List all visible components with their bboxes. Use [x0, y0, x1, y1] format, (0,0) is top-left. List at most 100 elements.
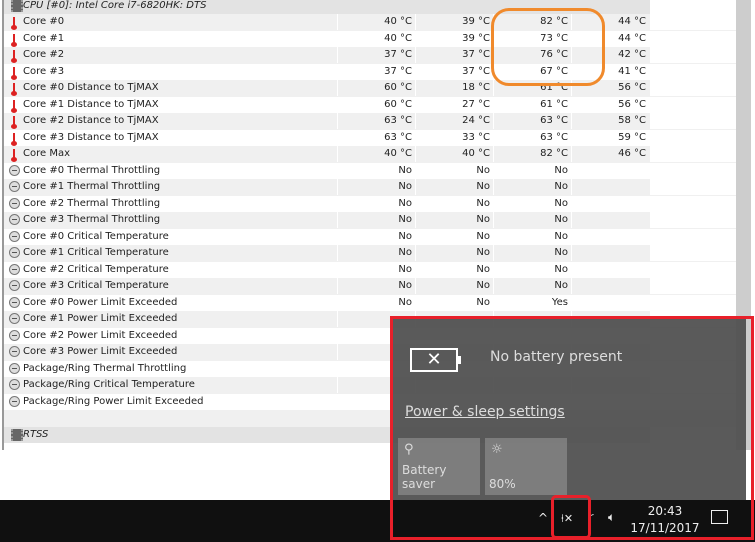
table-row[interactable]: Core #0 40 °C 39 °C 82 °C 44 °C	[4, 14, 737, 31]
table-row[interactable]: Core #0 Power Limit Exceeded No No Yes	[4, 294, 737, 312]
status-circle-icon	[9, 346, 21, 358]
table-row[interactable]: Core #3 Distance to TjMAX 63 °C 33 °C 63 °C…	[4, 129, 737, 147]
value-cell: No	[415, 212, 490, 228]
sensor-label: Core #3 Power Limit Exceeded	[23, 346, 178, 357]
sensor-label: Core #1	[23, 32, 65, 44]
sensor-label: Core #3 Thermal Throttling	[23, 214, 161, 225]
value-cell	[571, 228, 646, 245]
value-cell: 33 °C	[415, 129, 490, 146]
table-row[interactable]: Core #2 37 °C 37 °C 76 °C 42 °C	[4, 47, 737, 64]
table-row[interactable]: Core #1 Thermal Throttling No No No	[4, 179, 737, 196]
group-label: RTSS	[23, 428, 49, 440]
value-cell	[571, 294, 646, 311]
status-circle-icon	[9, 247, 21, 259]
status-circle-icon	[9, 329, 21, 342]
value-cell: No	[493, 195, 568, 212]
group-header[interactable]: CPU [#0]: Intel Core i7-6820HK: DTS	[4, 0, 737, 14]
sensor-label: Core #0 Power Limit Exceeded	[23, 296, 178, 308]
empty-cell	[650, 146, 737, 162]
value-cell: No	[337, 228, 412, 245]
status-circle-icon	[9, 164, 21, 177]
sensor-label: Core #2 Thermal Throttling	[23, 197, 161, 209]
sensor-label: Core #0 Thermal Throttling	[23, 164, 161, 176]
value-cell: 58 °C	[571, 113, 646, 129]
value-cell: 18 °C	[415, 80, 490, 96]
value-cell: No	[337, 179, 412, 195]
empty-cell	[650, 294, 737, 311]
status-circle-icon	[9, 362, 21, 375]
table-row[interactable]: Core #3 37 °C 37 °C 67 °C 41 °C	[4, 63, 737, 81]
table-row[interactable]: Core #0 Critical Temperature No No No	[4, 228, 737, 246]
value-cell	[571, 179, 646, 195]
value-cell: 37 °C	[337, 63, 412, 80]
sensor-label: Core #1 Power Limit Exceeded	[23, 313, 178, 324]
table-row[interactable]: Core #1 Critical Temperature No No No	[4, 245, 737, 262]
table-row[interactable]: Core #1 40 °C 39 °C 73 °C 44 °C	[4, 30, 737, 48]
sensor-label: Package/Ring Power Limit Exceeded	[23, 395, 204, 407]
value-cell: No	[415, 245, 490, 261]
tray-annotation-frame	[551, 495, 591, 539]
status-circle-icon	[9, 197, 21, 210]
value-cell: No	[337, 245, 412, 261]
value-cell: 46 °C	[571, 146, 646, 162]
value-cell: No	[415, 162, 490, 179]
empty-cell	[650, 179, 737, 195]
sensor-label: Package/Ring Thermal Throttling	[23, 362, 187, 374]
value-cell: No	[415, 261, 490, 278]
value-cell: 27 °C	[415, 96, 490, 113]
thermometer-icon	[9, 82, 21, 96]
value-cell: No	[493, 278, 568, 294]
value-cell: No	[415, 294, 490, 311]
value-cell: No	[493, 212, 568, 228]
table-row[interactable]: Core #2 Distance to TjMAX 63 °C 24 °C 63 °C…	[4, 113, 737, 130]
value-cell	[571, 162, 646, 179]
value-cell: No	[415, 278, 490, 294]
sensor-label: Core #1 Distance to TjMAX	[23, 98, 159, 110]
empty-cell	[650, 278, 737, 294]
sensor-label: Core #1 Thermal Throttling	[23, 181, 161, 192]
value-cell: Yes	[493, 294, 568, 311]
chip-icon	[9, 0, 23, 12]
value-cell: No	[337, 278, 412, 294]
value-cell: No	[493, 162, 568, 179]
status-circle-icon	[9, 263, 21, 276]
value-cell: No	[415, 228, 490, 245]
table-row[interactable]: Core #1 Distance to TjMAX 60 °C 27 °C 61 °C…	[4, 96, 737, 114]
empty-cell	[650, 162, 737, 179]
table-row[interactable]: Core #0 Distance to TjMAX 60 °C 18 °C 61 °C…	[4, 80, 737, 97]
sensor-label: Core #2 Power Limit Exceeded	[23, 329, 178, 341]
value-cell: No	[337, 195, 412, 212]
value-cell: 39 °C	[415, 30, 490, 47]
thermometer-icon	[9, 66, 21, 80]
status-circle-icon	[9, 379, 21, 391]
sensor-label: Core #1 Critical Temperature	[23, 247, 169, 258]
table-row[interactable]: Core #3 Thermal Throttling No No No	[4, 212, 737, 229]
value-cell	[571, 261, 646, 278]
empty-cell	[650, 113, 737, 129]
empty-cell	[650, 30, 737, 47]
table-row[interactable]: Core #3 Critical Temperature No No No	[4, 278, 737, 295]
value-cell: 60 °C	[337, 80, 412, 96]
empty-cell	[650, 129, 737, 146]
sensor-label: Core #3 Critical Temperature	[23, 280, 169, 291]
thermometer-icon	[9, 148, 21, 162]
thermometer-icon	[9, 132, 21, 146]
empty-cell	[650, 261, 737, 278]
thermometer-icon	[9, 115, 21, 129]
table-row[interactable]: Core Max 40 °C 40 °C 82 °C 46 °C	[4, 146, 737, 163]
value-cell: No	[493, 179, 568, 195]
status-circle-icon	[9, 313, 21, 325]
empty-cell	[650, 63, 737, 80]
sensor-label: Core #2	[23, 49, 65, 60]
sensor-label: Core #3	[23, 65, 65, 77]
sensor-label: Core #2 Critical Temperature	[23, 263, 169, 275]
value-cell: 56 °C	[571, 96, 646, 113]
table-row[interactable]: Core #2 Thermal Throttling No No No	[4, 195, 737, 213]
table-row[interactable]: Core #0 Thermal Throttling No No No	[4, 162, 737, 180]
table-row[interactable]: Core #2 Critical Temperature No No No	[4, 261, 737, 279]
value-cell: 39 °C	[415, 14, 490, 30]
value-cell: No	[415, 179, 490, 195]
status-circle-icon	[9, 181, 21, 193]
value-cell: 37 °C	[415, 47, 490, 63]
value-cell: 40 °C	[337, 30, 412, 47]
